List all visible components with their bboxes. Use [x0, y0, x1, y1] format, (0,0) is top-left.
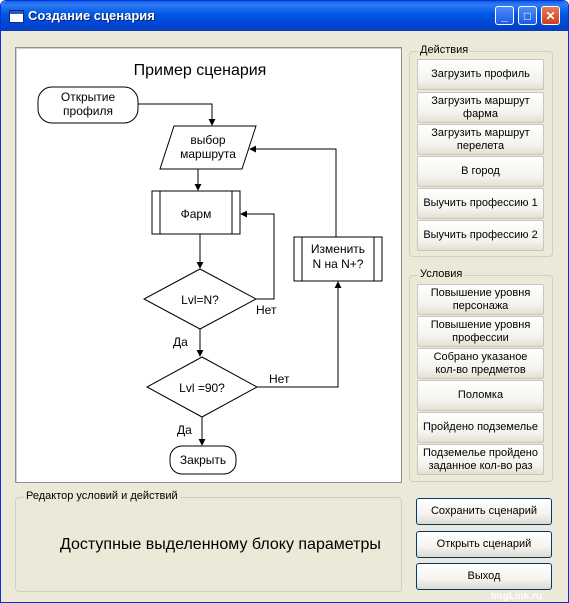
label-yes-2: Да [177, 423, 192, 437]
dungeon-cleared-n-times-button[interactable]: Подземелье пройдено заданное кол-во раз [417, 444, 544, 475]
load-flight-route-button[interactable]: Загрузить маршрут перелета [417, 124, 544, 155]
node-open-profile-label: Открытие профиля [61, 90, 116, 118]
label-no-1: Нет [256, 303, 277, 317]
editor-group-title: Редактор условий и действий [24, 490, 180, 502]
load-farm-route-button[interactable]: Загрузить маршрут фарма [417, 92, 544, 123]
to-town-button[interactable]: В город [417, 156, 544, 187]
edge-change-to-route [249, 145, 337, 237]
node-lvl-90-label: Lvl =90? [179, 381, 225, 395]
node-close-label: Закрыть [180, 453, 226, 467]
learn-profession-1-button[interactable]: Выучить профессию 1 [417, 188, 544, 219]
actions-group-title: Действия [418, 44, 471, 56]
items-collected-button[interactable]: Собрано указаное кол-во предметов [417, 348, 544, 379]
watermark: ImgLink.ru [491, 591, 543, 602]
breakage-button[interactable]: Поломка [417, 380, 544, 411]
label-yes-1: Да [173, 335, 188, 349]
flowchart-title: Пример сценария [134, 62, 267, 79]
maximize-button[interactable]: □ [518, 6, 537, 25]
title-bar[interactable]: Создание сценария _ □ ✕ [1, 1, 568, 31]
close-button[interactable]: ✕ [541, 6, 560, 25]
label-no-2: Нет [269, 372, 290, 386]
node-farm-label: Фарм [181, 207, 212, 221]
flowchart-canvas[interactable]: Пример сценария Открытие профиля выбор мар… [15, 47, 402, 483]
char-level-up-button[interactable]: Повышение уровня персонажа [417, 284, 544, 315]
window-title: Создание сценария [28, 8, 155, 23]
profession-level-up-button[interactable]: Повышение уровня профессии [417, 316, 544, 347]
editor-group: Редактор условий и действий Доступные вы… [15, 490, 402, 592]
open-scenario-button[interactable]: Открыть сценарий [416, 531, 552, 558]
main-window: Создание сценария _ □ ✕ Пример сценария … [0, 0, 569, 603]
node-lvl-n-label: Lvl=N? [181, 293, 219, 307]
load-profile-button[interactable]: Загрузить профиль [417, 59, 544, 90]
minimize-button[interactable]: _ [495, 6, 514, 25]
node-change-n-label: Изменить N на N+? [311, 242, 365, 271]
exit-button[interactable]: Выход [416, 563, 552, 590]
flowchart-diagram: Пример сценария Открытие профиля выбор мар… [37, 62, 383, 475]
learn-profession-2-button[interactable]: Выучить профессию 2 [417, 220, 544, 251]
conditions-group-title: Условия [418, 268, 465, 280]
edge-lvl-n-no [240, 210, 275, 300]
editor-placeholder-text: Доступные выделенному блоку параметры [60, 536, 381, 553]
dungeon-cleared-button[interactable]: Пройдено подземелье [417, 412, 544, 443]
edge-open-to-route [138, 103, 216, 126]
app-window-icon [9, 10, 24, 23]
save-scenario-button[interactable]: Сохранить сценарий [416, 498, 552, 525]
